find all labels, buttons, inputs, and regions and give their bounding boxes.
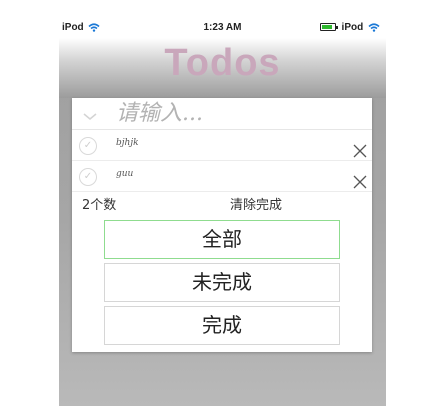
- wifi-icon-right: [368, 23, 380, 32]
- status-carrier-right: iPod: [319, 22, 380, 33]
- filter-completed-button[interactable]: 完成: [104, 306, 340, 345]
- close-icon[interactable]: [352, 174, 368, 190]
- app-header: Todos: [59, 38, 386, 98]
- app-title: Todos: [164, 42, 281, 84]
- item-count: 2个数: [82, 198, 117, 213]
- todo-item[interactable]: ✓ bjhjk: [72, 131, 372, 161]
- new-todo-row: [72, 98, 372, 130]
- todo-label: guu: [116, 169, 134, 179]
- chevron-down-icon[interactable]: [80, 106, 100, 126]
- status-bar: iPod 1:23 AM iPod: [59, 18, 386, 38]
- filter-active-button[interactable]: 未完成: [104, 263, 340, 302]
- todo-item[interactable]: ✓ guu: [72, 162, 372, 192]
- todo-footer: 2个数 清除完成: [72, 192, 372, 216]
- battery-icon: [319, 23, 338, 32]
- carrier-label-right: iPod: [341, 22, 364, 33]
- todo-checkbox[interactable]: ✓: [79, 137, 97, 155]
- filter-all-button[interactable]: 全部: [104, 220, 340, 259]
- new-todo-input[interactable]: [116, 99, 366, 127]
- todo-label: bjhjk: [116, 138, 139, 148]
- clear-completed-button[interactable]: 清除完成: [230, 194, 282, 213]
- todo-checkbox[interactable]: ✓: [79, 168, 97, 186]
- close-icon[interactable]: [352, 143, 368, 159]
- todo-panel: ✓ bjhjk ✓ guu 2个数 清除完成 全部 未完成 完成: [72, 98, 372, 352]
